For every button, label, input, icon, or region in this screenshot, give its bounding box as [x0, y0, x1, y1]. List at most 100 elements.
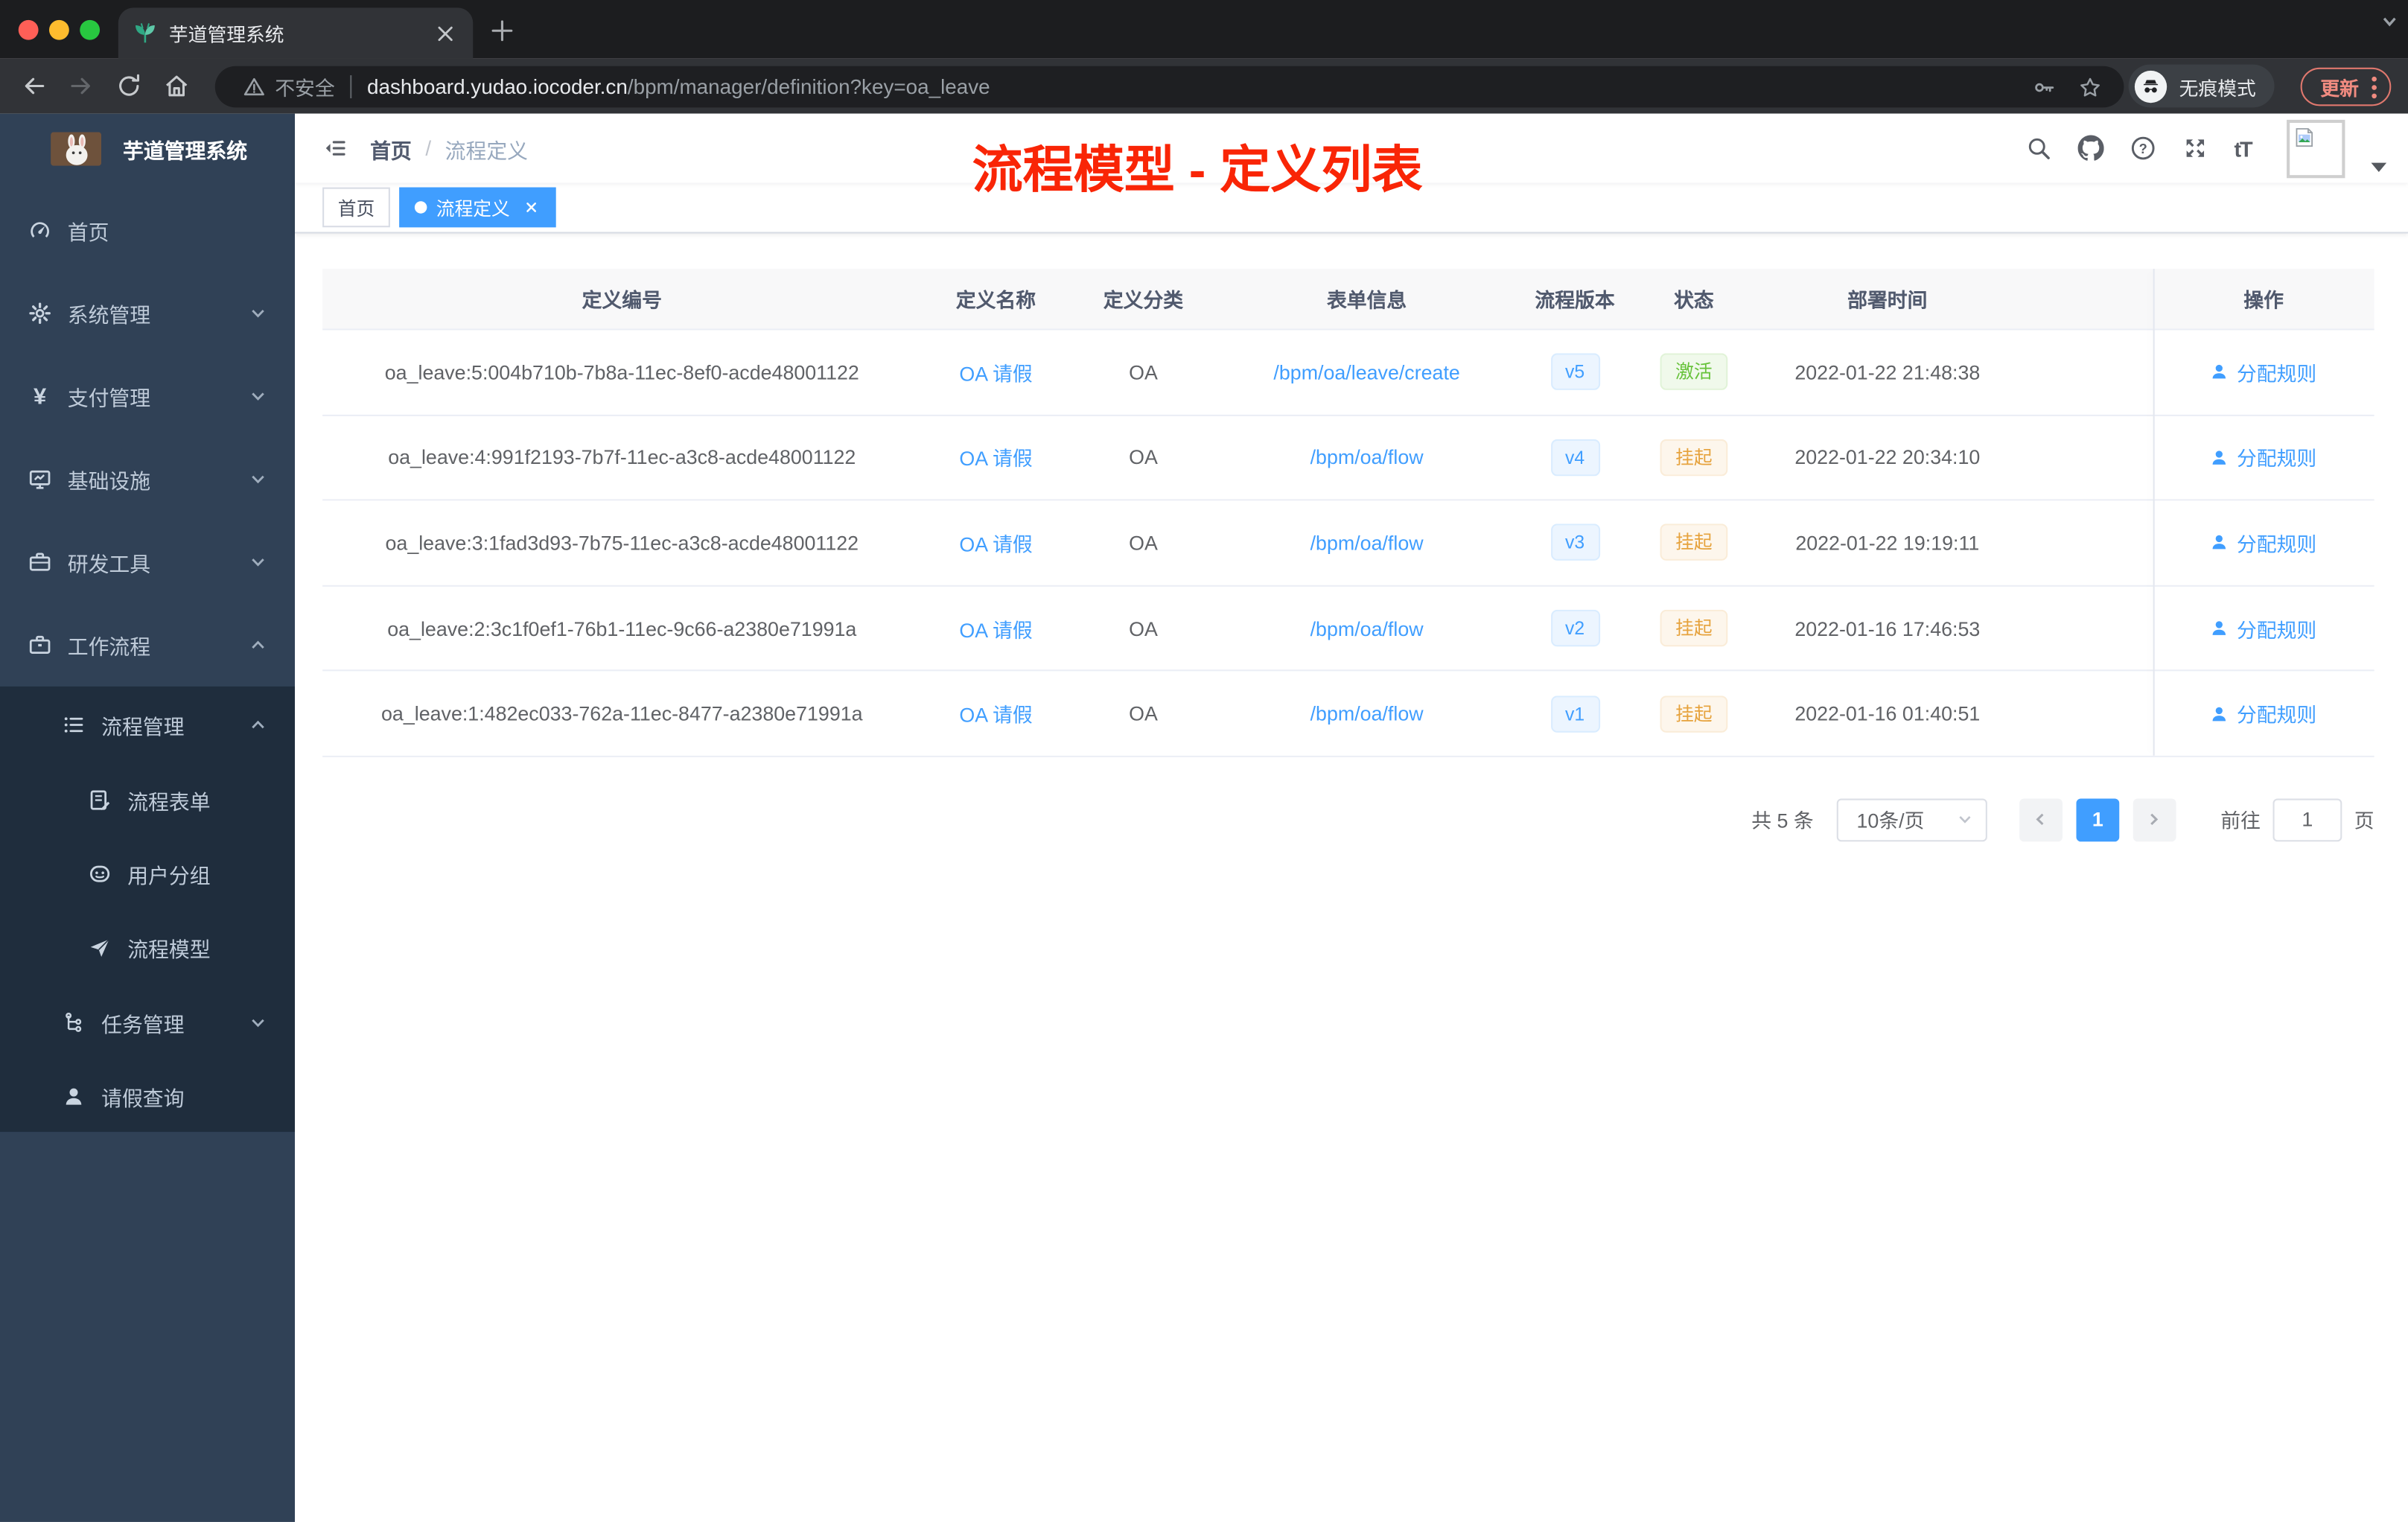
avatar[interactable]	[2287, 118, 2345, 178]
fullscreen-icon[interactable]	[2182, 136, 2208, 162]
form-link[interactable]: /bpm/oa/leave/create	[1273, 360, 1459, 383]
chevron-down-icon	[252, 1019, 264, 1028]
page-number-button[interactable]: 1	[2076, 798, 2120, 842]
yen-icon: ¥	[34, 383, 47, 410]
gear-icon	[29, 302, 51, 325]
sidebar-item-workflow[interactable]: 工作流程	[0, 604, 295, 687]
version-badge: v4	[1550, 439, 1600, 477]
forward-icon[interactable]	[68, 72, 95, 100]
new-tab-button[interactable]	[488, 17, 516, 45]
cell-definition-id: oa_leave:4:991f2193-7b7f-11ec-a3c8-acde4…	[388, 445, 856, 469]
dashboard-icon	[31, 222, 49, 238]
sidebar-item-home[interactable]: 首页	[0, 189, 295, 272]
chevron-down-icon	[252, 475, 264, 484]
close-window-button[interactable]	[18, 19, 39, 40]
form-link[interactable]: /bpm/oa/flow	[1310, 446, 1424, 469]
avatar-caret-icon[interactable]	[2371, 162, 2387, 171]
logo-image	[51, 131, 102, 165]
url-text[interactable]: dashboard.yudao.iocoder.cn/bpm/manager/d…	[367, 75, 2032, 98]
page-content: 定义编号 定义名称 定义分类 表单信息 流程版本 状态 部署时间 操作 oa_l…	[295, 268, 2408, 1522]
browser-tab[interactable]: 芋道管理系统	[118, 7, 474, 59]
chevron-right-icon	[2151, 814, 2159, 827]
user-icon	[2213, 535, 2227, 550]
workflow-submenu: 流程管理 流程表单 用户分组 流程模型 任务管理 请假查询	[0, 686, 295, 1133]
assign-rule-button[interactable]: 分配规则	[2211, 614, 2316, 643]
tag-home[interactable]: 首页	[322, 187, 390, 228]
prev-page-button[interactable]	[2019, 798, 2063, 842]
sidebar-item-system[interactable]: 系统管理	[0, 272, 295, 354]
tag-process-definition[interactable]: 流程定义	[399, 187, 556, 228]
tag-close-icon[interactable]	[522, 198, 541, 217]
cell-deploy-time: 2022-01-22 19:19:11	[1795, 531, 1980, 555]
form-link[interactable]: /bpm/oa/flow	[1310, 532, 1424, 555]
sidebar-item-process-management[interactable]: 流程管理	[0, 687, 295, 763]
maximize-window-button[interactable]	[80, 19, 101, 40]
home-icon[interactable]	[163, 72, 191, 100]
form-link[interactable]: /bpm/oa/flow	[1310, 617, 1424, 640]
search-icon[interactable]	[2025, 136, 2051, 162]
password-key-icon[interactable]	[2032, 74, 2057, 99]
col-header: 操作	[2243, 288, 2284, 312]
definition-name-link[interactable]: OA 请假	[959, 704, 1032, 727]
sidebar-item-dev-tools[interactable]: 研发工具	[0, 520, 295, 603]
page-size-select[interactable]: 10条/页	[1836, 798, 1987, 842]
version-badge: v2	[1550, 609, 1600, 647]
col-header: 部署时间	[1847, 288, 1928, 312]
cell-category: OA	[1129, 360, 1158, 384]
annotation-title: 流程模型 - 定义列表	[972, 141, 1423, 199]
sidebar-item-label: 首页	[67, 221, 109, 244]
url-bar[interactable]: 不安全 dashboard.yudao.iocoder.cn/bpm/manag…	[214, 66, 2124, 108]
back-icon[interactable]	[20, 72, 48, 100]
sidebar-item-infrastructure[interactable]: 基础设施	[0, 438, 295, 520]
font-size-icon[interactable]: tT	[2234, 136, 2252, 161]
assign-rule-button[interactable]: 分配规则	[2211, 528, 2316, 557]
table-row: oa_leave:2:3c1f0ef1-76b1-11ec-9c66-a2380…	[322, 585, 2374, 671]
sidebar-logo[interactable]: 芋道管理系统	[0, 114, 295, 183]
broken-image-icon	[2296, 127, 2313, 147]
table-row: oa_leave:5:004b710b-7b8a-11ec-8ef0-acde4…	[322, 328, 2374, 415]
version-badge: v1	[1550, 695, 1600, 733]
help-icon[interactable]: ?	[2130, 136, 2156, 162]
sidebar-item-label: 任务管理	[101, 1013, 185, 1037]
sidebar-toggle-icon[interactable]	[324, 137, 347, 160]
col-header: 状态	[1674, 288, 1714, 312]
not-secure-label[interactable]: 不安全	[275, 72, 334, 101]
status-badge: 挂起	[1660, 439, 1728, 477]
tab-close-icon[interactable]	[433, 21, 458, 45]
assign-rule-button[interactable]: 分配规则	[2211, 357, 2316, 386]
minimize-window-button[interactable]	[49, 19, 69, 40]
breadcrumb-home[interactable]: 首页	[370, 133, 412, 163]
sidebar-item-process-model[interactable]: 流程模型	[0, 911, 295, 984]
tab-search-chevron-icon[interactable]	[2380, 13, 2399, 31]
sidebar-item-task-management[interactable]: 任务管理	[0, 984, 295, 1061]
sidebar-item-process-form[interactable]: 流程表单	[0, 763, 295, 837]
app-navbar: 首页 / 流程定义 ? tT 流程模型 - 定义列表	[295, 113, 2408, 198]
assign-rule-button[interactable]: 分配规则	[2211, 699, 2316, 728]
breadcrumb: 首页 / 流程定义	[370, 133, 528, 163]
navbar-actions: ? tT	[2025, 114, 2387, 183]
goto-page-input[interactable]	[2272, 798, 2342, 842]
sidebar-item-payment[interactable]: ¥ 支付管理	[0, 354, 295, 437]
definition-name-link[interactable]: OA 请假	[959, 362, 1032, 385]
app-shell: 芋道管理系统 首页 系统管理 ¥ 支付管理 基础设施 研发工具 工作流程 流程管…	[0, 113, 2408, 1522]
sidebar-item-label: 系统管理	[67, 304, 151, 328]
app-title: 芋道管理系统	[123, 138, 248, 162]
form-link[interactable]: /bpm/oa/flow	[1310, 702, 1424, 725]
bookmark-star-icon[interactable]	[2078, 74, 2103, 99]
cell-definition-id: oa_leave:5:004b710b-7b8a-11ec-8ef0-acde4…	[384, 360, 859, 384]
definition-name-link[interactable]: OA 请假	[959, 448, 1032, 471]
sidebar-item-leave-query[interactable]: 请假查询	[0, 1061, 295, 1132]
assign-rule-button[interactable]: 分配规则	[2211, 443, 2316, 472]
send-icon	[90, 938, 110, 957]
chevron-up-icon	[252, 640, 264, 649]
reload-icon[interactable]	[115, 72, 143, 100]
sidebar-item-user-group[interactable]: 用户分组	[0, 837, 295, 911]
github-icon[interactable]	[2077, 135, 2104, 162]
svg-text:?: ?	[2138, 141, 2147, 156]
definition-name-link[interactable]: OA 请假	[959, 618, 1032, 641]
user-icon	[2213, 450, 2227, 465]
definition-name-link[interactable]: OA 请假	[959, 533, 1032, 556]
browser-update-button[interactable]: 更新	[2300, 67, 2392, 106]
next-page-button[interactable]	[2133, 798, 2176, 842]
browser-menu-dots-icon[interactable]	[2372, 74, 2377, 99]
